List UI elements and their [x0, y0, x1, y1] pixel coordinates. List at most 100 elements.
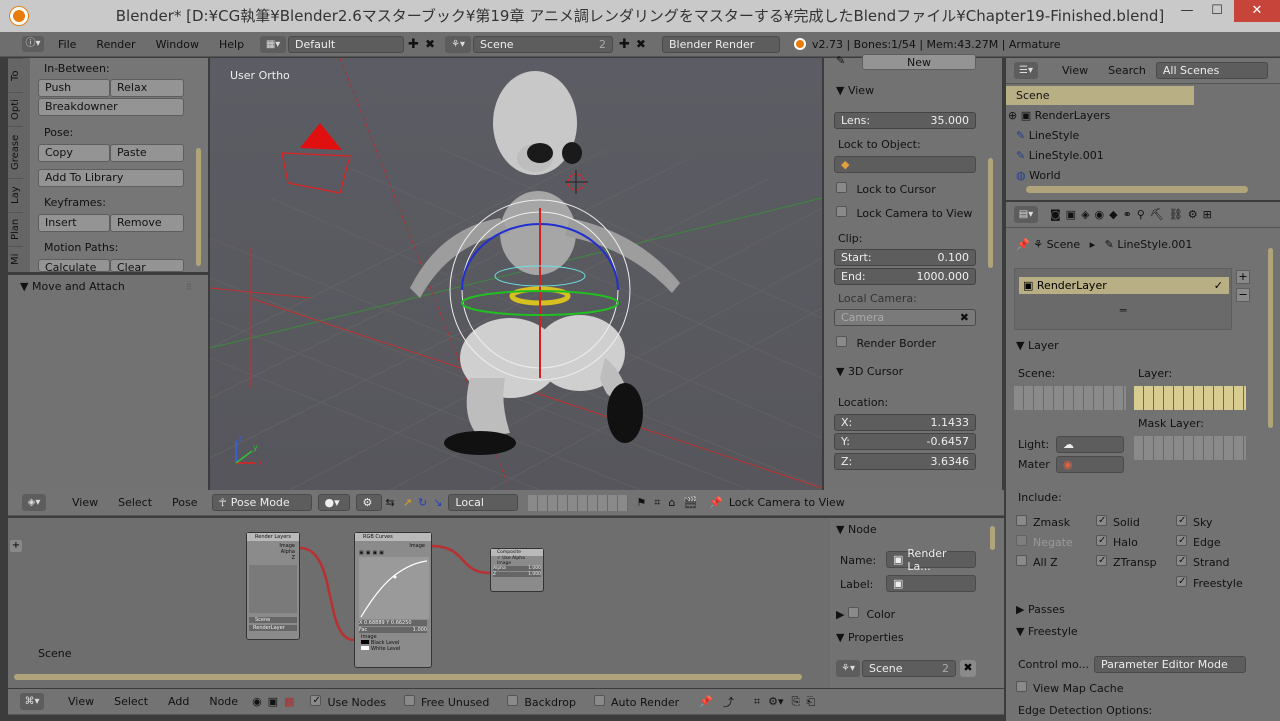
color-section-header[interactable]: ▶ Color: [836, 607, 895, 621]
expand-icon[interactable]: ⊕: [1008, 109, 1017, 122]
remove-scene-icon[interactable]: ✖: [636, 37, 646, 51]
node-snap-icon[interactable]: ⌗: [754, 695, 760, 709]
pose-lock-icon[interactable]: ⚑: [636, 496, 646, 509]
node-snap-mode-icon[interactable]: ⚙▾: [768, 695, 783, 708]
ztransp-checkbox[interactable]: ZTransp: [1096, 555, 1157, 569]
properties-tabs[interactable]: ◙▣◈◉◆⚭⚲⛏⛓⚙⊞: [1050, 208, 1217, 221]
copy-button[interactable]: Copy: [38, 144, 110, 162]
outliner-item-scene[interactable]: Scene: [1006, 86, 1194, 105]
list-resize-icon[interactable]: ═: [1015, 304, 1231, 317]
cursor-y-field[interactable]: Y: -0.6457: [834, 433, 976, 450]
outliner-item-linestyle001[interactable]: ✎ LineStyle.001: [1016, 147, 1104, 165]
orientation-select[interactable]: Local: [448, 494, 519, 511]
composite-node[interactable]: Composite ✓ Use Alpha Image Alpha 1.000 Z…: [490, 548, 544, 592]
clear-button[interactable]: Clear: [110, 259, 184, 272]
auto-render-checkbox[interactable]: Auto Render: [594, 694, 679, 709]
minimize-button[interactable]: —: [1172, 0, 1202, 22]
snap-icon[interactable]: ⌗: [654, 496, 660, 510]
menu-view3d-select[interactable]: Select: [108, 496, 162, 509]
black-swatch-icon[interactable]: [361, 640, 369, 644]
light-field[interactable]: ☁: [1056, 436, 1124, 453]
negate-check[interactable]: [1016, 535, 1027, 546]
clear-camera-icon[interactable]: ✖: [960, 311, 969, 324]
remove-layout-icon[interactable]: ✖: [425, 37, 435, 51]
menu-file[interactable]: File: [48, 38, 86, 51]
pin-icon[interactable]: 📌: [709, 496, 723, 509]
mask-layers-grid[interactable]: [1134, 436, 1246, 460]
lens-field[interactable]: Lens: 35.000: [834, 112, 976, 129]
properties-scrollbar[interactable]: [1268, 248, 1273, 428]
node-menu-add[interactable]: Add: [158, 695, 199, 708]
remove-button[interactable]: Remove: [110, 214, 184, 232]
add-renderlayer-button[interactable]: +: [1236, 270, 1250, 284]
paste-button[interactable]: Paste: [110, 144, 184, 162]
clip-end-field[interactable]: End: 1000.000: [834, 268, 976, 285]
clip-start-field[interactable]: Start: 0.100: [834, 249, 976, 266]
outliner-search-menu[interactable]: Search: [1098, 64, 1156, 77]
rgb-curve-graph[interactable]: [359, 557, 429, 619]
view-map-cache-checkbox[interactable]: View Map Cache: [1016, 681, 1124, 695]
sky-check[interactable]: [1176, 515, 1187, 526]
new-button[interactable]: New: [862, 54, 976, 70]
lock-cursor-check[interactable]: [836, 182, 847, 193]
breakdowner-button[interactable]: Breakdowner: [38, 98, 184, 116]
node-name-field[interactable]: ▣ Render La...: [886, 547, 976, 573]
strand-check[interactable]: [1176, 555, 1187, 566]
move-attach-header[interactable]: ▼ Move and Attach: [20, 280, 125, 293]
render-icon[interactable]: ⌂: [668, 496, 675, 509]
rgb-fac-field[interactable]: Fac 1.000: [359, 627, 427, 633]
tab-tools[interactable]: To: [8, 58, 23, 92]
solid-check[interactable]: [1096, 515, 1107, 526]
node-menu-view[interactable]: View: [58, 695, 104, 708]
scene-layers-grid[interactable]: [1014, 386, 1126, 410]
shading-select[interactable]: ●▾: [317, 494, 350, 511]
calculate-button[interactable]: Calculate: [38, 259, 110, 272]
solid-checkbox[interactable]: Solid: [1096, 515, 1140, 529]
node-paste-icon[interactable]: ⎗: [806, 695, 815, 709]
scene-field[interactable]: Scene 2: [473, 35, 614, 53]
mode-select[interactable]: ☥ Pose Mode: [211, 494, 312, 511]
node-scene-icon[interactable]: ⚘▾: [836, 660, 860, 677]
compositor-tree-icon[interactable]: ▣: [268, 695, 278, 708]
zmask-checkbox[interactable]: Zmask: [1016, 515, 1070, 529]
tab-plan[interactable]: Plan: [8, 212, 23, 246]
breadcrumb-linestyle[interactable]: LineStyle.001: [1117, 238, 1192, 251]
camera-render-icon[interactable]: 🎬: [683, 496, 697, 509]
menu-view3d-view[interactable]: View: [62, 496, 108, 509]
negate-checkbox[interactable]: Negate: [1016, 535, 1073, 549]
use-nodes-checkbox[interactable]: Use Nodes: [310, 694, 386, 709]
control-mode-select[interactable]: Parameter Editor Mode: [1094, 656, 1246, 673]
local-camera-field[interactable]: Camera ✖: [834, 309, 976, 326]
view-panel-scrollbar[interactable]: [988, 158, 993, 268]
info-editor-icon[interactable]: ⓘ▾: [22, 36, 44, 52]
layer-layers-grid[interactable]: [1134, 386, 1246, 410]
rgb-channel-buttons[interactable]: ▣▣▣▣: [359, 550, 427, 556]
grease-pencil-icon[interactable]: ✎: [836, 54, 845, 67]
halo-check[interactable]: [1096, 535, 1107, 546]
breadcrumb-scene[interactable]: Scene: [1047, 238, 1081, 251]
lock-camera-header-label[interactable]: Lock Camera to View: [729, 496, 845, 509]
render-layers-node[interactable]: Render Layers Image Alpha Z Scene Render…: [246, 532, 300, 640]
add-scene-icon[interactable]: ✚: [619, 37, 630, 52]
push-button[interactable]: Push: [38, 79, 110, 97]
node-copy-icon[interactable]: ⎘: [792, 695, 801, 709]
outliner-item-linestyle[interactable]: ✎ LineStyle: [1016, 127, 1079, 145]
freestyle-checkbox[interactable]: Freestyle: [1176, 576, 1243, 590]
view-section-header[interactable]: ▼ View: [836, 84, 874, 97]
outliner-view-menu[interactable]: View: [1052, 64, 1098, 77]
cursor-x-field[interactable]: X: 1.1433: [834, 414, 976, 431]
lock-cursor-checkbox[interactable]: Lock to Cursor: [836, 182, 936, 196]
render-engine-select[interactable]: Blender Render: [661, 35, 780, 53]
menu-view3d-pose[interactable]: Pose: [162, 496, 207, 509]
translate-icon[interactable]: ↗: [403, 496, 412, 509]
shader-tree-icon[interactable]: ◉: [252, 695, 262, 708]
drag-grip-icon[interactable]: ⠿: [186, 283, 192, 292]
tool-scrollbar[interactable]: [196, 148, 201, 266]
render-border-checkbox[interactable]: Render Border: [836, 336, 936, 350]
sky-checkbox[interactable]: Sky: [1176, 515, 1212, 529]
freestyle-check[interactable]: [1176, 576, 1187, 587]
3d-viewport[interactable]: z x y User Ortho: [210, 58, 822, 490]
pivot-select[interactable]: ⚙: [355, 494, 382, 511]
passes-section-header[interactable]: ▶ Passes: [1016, 603, 1065, 616]
tab-grease[interactable]: Grease: [8, 126, 23, 178]
